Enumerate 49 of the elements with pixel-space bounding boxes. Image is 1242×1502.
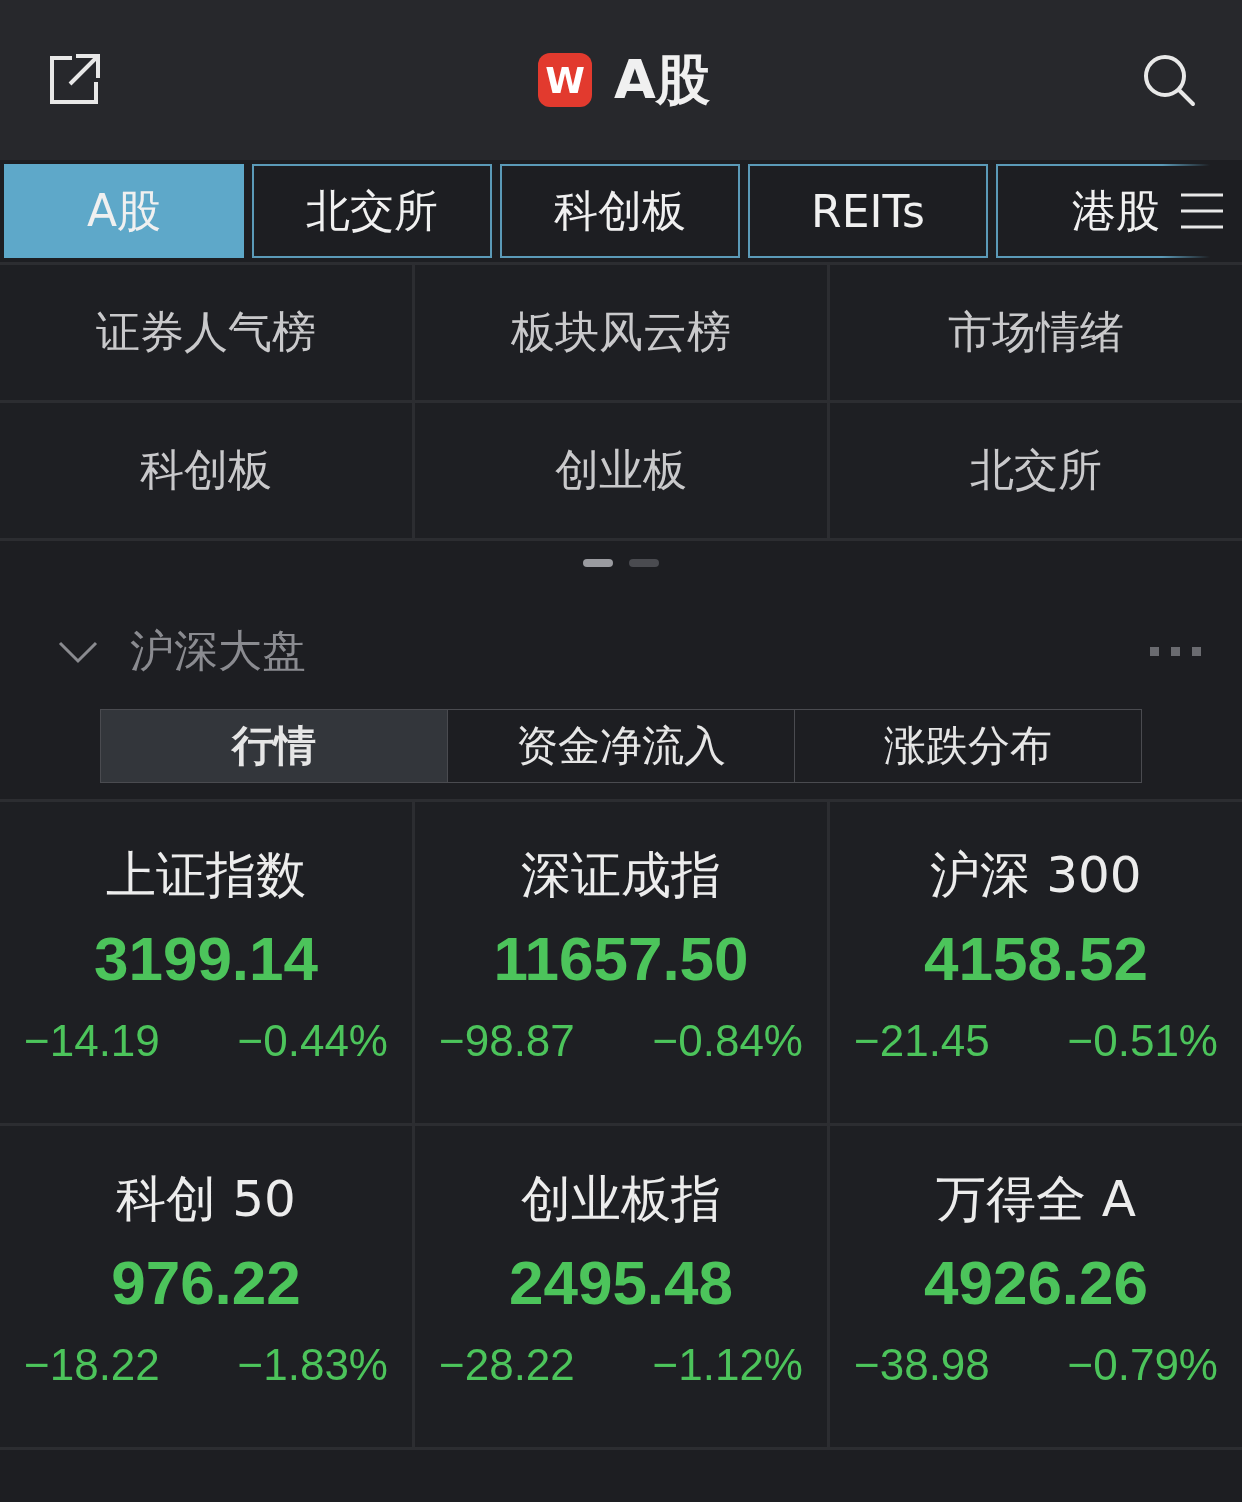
- more-icon[interactable]: [1150, 645, 1202, 657]
- index-percent: −1.83%: [237, 1340, 388, 1390]
- section-title: 沪深大盘: [130, 623, 307, 678]
- index-name: 万得全 A: [935, 1169, 1137, 1230]
- index-name: 创业板指: [521, 1169, 721, 1230]
- shortcut-item[interactable]: 北交所: [830, 403, 1242, 538]
- index-value: 3199.14: [93, 923, 319, 994]
- index-change: −38.98: [854, 1340, 990, 1390]
- index-card[interactable]: 万得全 A 4926.26 −38.98 −0.79%: [830, 1126, 1242, 1447]
- index-value: 4926.26: [923, 1247, 1149, 1318]
- index-card[interactable]: 科创 50 976.22 −18.22 −1.83%: [0, 1126, 412, 1447]
- segment-tab[interactable]: 涨跌分布: [794, 710, 1141, 782]
- index-percent: −0.51%: [1067, 1016, 1218, 1066]
- index-percent: −0.44%: [237, 1016, 388, 1066]
- index-name: 沪深 300: [930, 845, 1142, 906]
- index-value: 976.22: [111, 1247, 301, 1318]
- market-tab[interactable]: REITs: [748, 164, 988, 258]
- shortcut-item[interactable]: 科创板: [0, 403, 412, 538]
- segment-tab[interactable]: 资金净流入: [447, 710, 794, 782]
- index-name: 上证指数: [106, 845, 306, 906]
- index-card[interactable]: 创业板指 2495.48 −28.22 −1.12%: [415, 1126, 827, 1447]
- index-value: 4158.52: [923, 923, 1149, 994]
- shortcut-item[interactable]: 证券人气榜: [0, 265, 412, 400]
- index-percent: −0.84%: [652, 1016, 803, 1066]
- page-title: A股: [614, 46, 710, 113]
- index-change: −14.19: [24, 1016, 160, 1066]
- index-name: 科创 50: [116, 1169, 296, 1230]
- shortcut-item[interactable]: 创业板: [415, 403, 827, 538]
- shortcut-item[interactable]: 板块风云榜: [415, 265, 827, 400]
- index-value: 11657.50: [493, 923, 749, 994]
- market-tab[interactable]: 科创板: [500, 164, 740, 258]
- index-change: −98.87: [439, 1016, 575, 1066]
- segment-tab[interactable]: 行情: [101, 710, 447, 782]
- index-percent: −1.12%: [652, 1340, 803, 1390]
- index-value: 2495.48: [508, 1247, 734, 1318]
- index-percent: −0.79%: [1067, 1340, 1218, 1390]
- menu-icon[interactable]: [1179, 191, 1225, 231]
- index-card[interactable]: 深证成指 11657.50 −98.87 −0.84%: [415, 802, 827, 1123]
- index-name: 深证成指: [521, 845, 721, 906]
- index-card[interactable]: 上证指数 3199.14 −14.19 −0.44%: [0, 802, 412, 1123]
- shortcut-item[interactable]: 市场情绪: [830, 265, 1242, 400]
- index-change: −28.22: [439, 1340, 575, 1390]
- search-icon[interactable]: [1142, 53, 1196, 107]
- index-card[interactable]: 沪深 300 4158.52 −21.45 −0.51%: [830, 802, 1242, 1123]
- market-tab[interactable]: 北交所: [252, 164, 492, 258]
- index-change: −21.45: [854, 1016, 990, 1066]
- page-indicator[interactable]: [583, 559, 613, 567]
- app-logo: W: [538, 53, 593, 107]
- index-change: −18.22: [24, 1340, 160, 1390]
